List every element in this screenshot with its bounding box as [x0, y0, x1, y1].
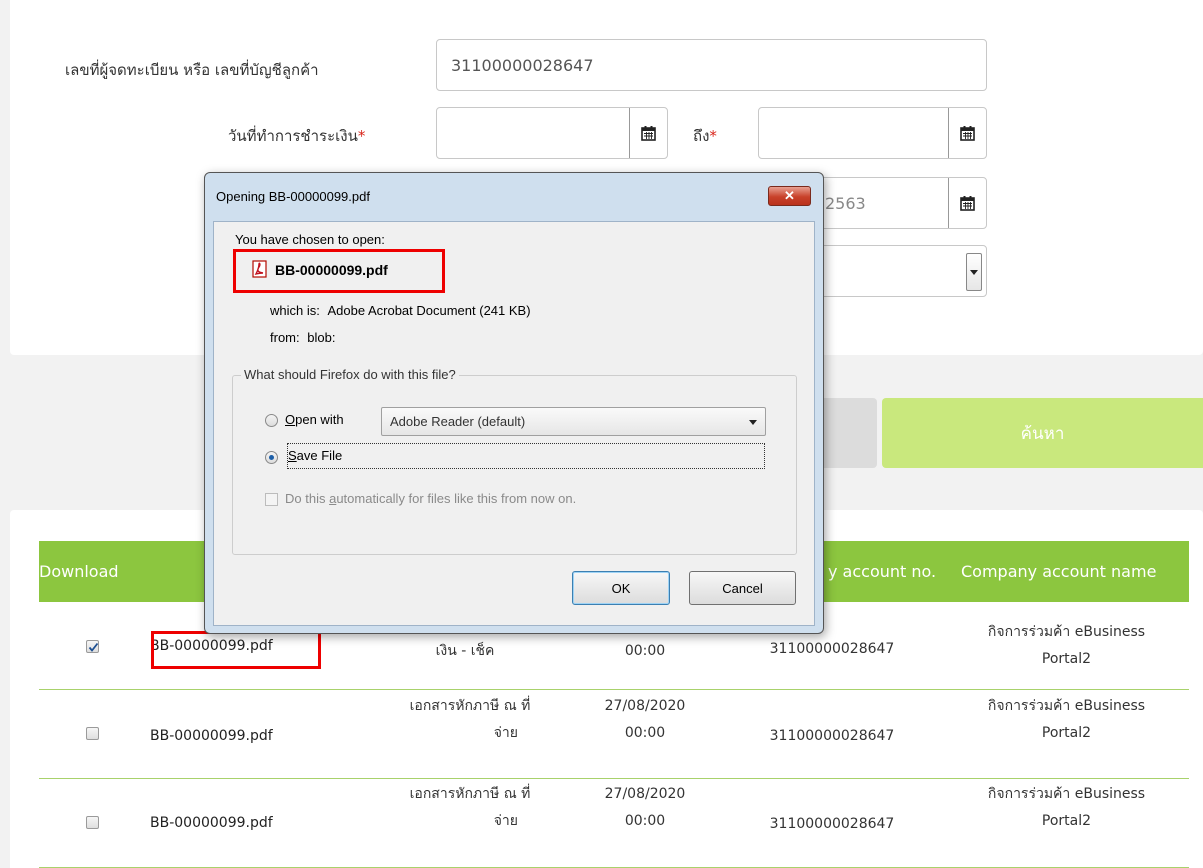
which-is-label: which is: — [270, 303, 320, 318]
account-number-value: 31100000028647 — [451, 56, 594, 75]
payment-date-label: วันที่ทำการชำระเงิน* — [228, 124, 365, 148]
row-doc-type-line2: จ่าย — [493, 813, 518, 829]
open-with-radio[interactable] — [265, 414, 278, 427]
row-doc-type: เอกสารหักภาษี ณ ที่ จ่าย — [400, 781, 540, 835]
calendar-icon — [960, 195, 975, 211]
header-download: Download — [39, 562, 119, 581]
cancel-button[interactable]: Cancel — [689, 571, 796, 605]
which-is-value: Adobe Acrobat Document (241 KB) — [327, 303, 531, 318]
row-account: 31100000028647 — [769, 816, 895, 832]
header-company-name: Company account name — [961, 562, 1157, 581]
table-row: BB-00000099.pdf เอกสารหักภาษี ณ ที่ จ่าย… — [39, 691, 1189, 779]
row-filename[interactable]: BB-00000099.pdf — [150, 815, 273, 831]
auto-checkbox[interactable] — [265, 493, 278, 506]
open-with-accesskey: O — [285, 412, 296, 427]
header-account-no: y account no. — [828, 562, 937, 581]
row-account: 31100000028647 — [769, 728, 895, 744]
file-type-row: which is: Adobe Acrobat Document (241 KB… — [270, 303, 531, 318]
to-label: ถึง* — [693, 124, 717, 148]
open-with-label[interactable]: Open with — [285, 412, 344, 427]
search-button-label: ค้นหา — [1020, 423, 1065, 444]
auto-text-after: utomatically for files like this from no… — [336, 491, 577, 506]
close-icon: ✕ — [784, 188, 795, 203]
row-time-value: 00:00 — [624, 643, 666, 659]
ok-label: OK — [611, 580, 631, 596]
row-date: 27/08/2020 — [604, 698, 686, 714]
open-with-text: pen with — [295, 412, 344, 427]
row-doc-type: เอกสารหักภาษี ณ ที่ จ่าย — [400, 693, 540, 747]
chosen-text: You have chosen to open: — [235, 232, 385, 247]
row-checkbox[interactable] — [86, 640, 99, 653]
row-company-line2: Portal2 — [1041, 651, 1092, 667]
row-doc-type-line1: เอกสารหักภาษี ณ ที่ — [409, 786, 531, 802]
row-checkbox[interactable] — [86, 816, 99, 829]
row-datetime: 27/08/2020 00:00 — [600, 693, 690, 747]
row-company-line1: กิจการร่วมค้า eBusiness — [987, 698, 1146, 714]
row-company: กิจการร่วมค้า eBusiness Portal2 — [964, 693, 1169, 747]
save-file-focus — [287, 443, 765, 469]
row-company-line2: Portal2 — [1041, 725, 1092, 741]
row-company-line1: กิจการร่วมค้า eBusiness — [987, 624, 1146, 640]
ok-button[interactable]: OK — [572, 571, 670, 605]
save-file-accesskey: S — [288, 448, 297, 463]
filename-highlight-box — [151, 631, 321, 669]
search-button[interactable]: ค้นหา — [882, 398, 1203, 468]
row-datetime: 27/08/2020 00:00 — [600, 781, 690, 835]
required-marker: * — [709, 127, 717, 145]
auto-label: Do this automatically for files like thi… — [285, 491, 576, 506]
row-company: กิจการร่วมค้า eBusiness Portal2 — [964, 619, 1169, 673]
calendar-button[interactable] — [948, 178, 986, 228]
save-file-radio[interactable] — [265, 451, 278, 464]
payment-date-to-input[interactable] — [758, 107, 987, 159]
close-button[interactable]: ✕ — [768, 186, 811, 206]
account-label: เลขที่ผู้จดทะเบียน หรือ เลขที่บัญชีลูกค้… — [65, 61, 319, 79]
payment-date-label-text: วันที่ทำการชำระเงิน — [228, 127, 358, 145]
row-date: 27/08/2020 — [604, 786, 686, 802]
row-checkbox[interactable] — [86, 727, 99, 740]
row-doc-type-line2: จ่าย — [493, 725, 518, 741]
table-row: BB-00000099.pdf เอกสารหักภาษี ณ ที่ จ่าย… — [39, 780, 1189, 868]
dialog-title: Opening BB-00000099.pdf — [216, 189, 370, 204]
save-file-text: ave File — [296, 448, 343, 463]
row-time: 00:00 — [600, 638, 690, 665]
row-company-line2: Portal2 — [1041, 813, 1092, 829]
application-select[interactable]: Adobe Reader (default) — [381, 407, 766, 436]
chevron-down-icon — [970, 269, 978, 275]
from-value: blob: — [307, 330, 336, 345]
action-group: What should Firefox do with this file? O… — [232, 367, 797, 555]
row-filename[interactable]: BB-00000099.pdf — [150, 728, 273, 744]
calendar-icon — [641, 125, 656, 141]
open-file-dialog: Opening BB-00000099.pdf ✕ You have chose… — [204, 172, 824, 634]
account-number-input[interactable]: 31100000028647 — [436, 39, 987, 91]
row-account: 31100000028647 — [769, 641, 895, 657]
row-time: 00:00 — [624, 725, 666, 741]
auto-text-before: Do this — [285, 491, 330, 506]
row-time: 00:00 — [624, 813, 666, 829]
row-company: กิจการร่วมค้า eBusiness Portal2 — [964, 781, 1169, 835]
required-marker: * — [357, 127, 366, 145]
save-file-label[interactable]: Save File — [288, 448, 342, 463]
action-question: What should Firefox do with this file? — [241, 367, 459, 382]
calendar-button[interactable] — [629, 108, 667, 158]
doc-date-value: 2563 — [825, 194, 866, 213]
payment-date-from-input[interactable] — [436, 107, 668, 159]
row-doc-type-line1: เอกสารหักภาษี ณ ที่ — [409, 698, 531, 714]
row-company-line1: กิจการร่วมค้า eBusiness — [987, 786, 1146, 802]
to-label-text: ถึง — [693, 127, 710, 145]
dropdown-button[interactable] — [966, 253, 982, 291]
chevron-down-icon — [749, 420, 757, 425]
calendar-button[interactable] — [948, 108, 986, 158]
dialog-filename-highlight-box — [233, 249, 445, 293]
file-source-row: from: blob: — [270, 330, 335, 345]
application-selected: Adobe Reader (default) — [390, 414, 526, 429]
calendar-icon — [960, 125, 975, 141]
from-label: from: — [270, 330, 300, 345]
checkmark-icon — [88, 642, 99, 652]
cancel-label: Cancel — [722, 580, 763, 596]
